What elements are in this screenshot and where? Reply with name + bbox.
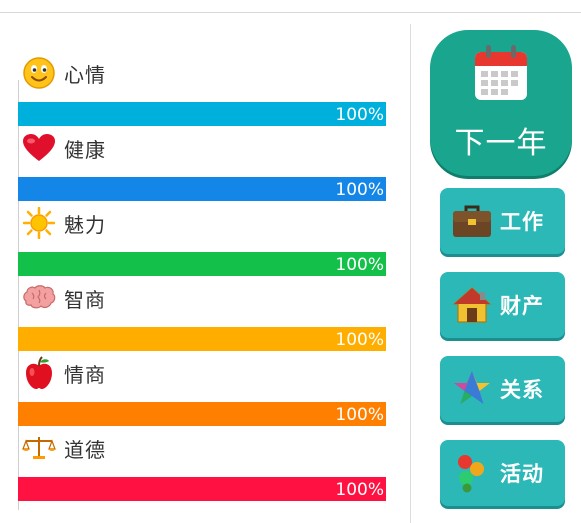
apple-icon [22, 356, 56, 390]
property-button[interactable]: 财产 [440, 272, 565, 338]
stat-header: 智商 [22, 281, 106, 315]
next-year-label: 下一年 [454, 126, 548, 161]
stat-label: 心情 [64, 62, 106, 87]
progress-percent: 100% [335, 255, 384, 275]
star-icon [452, 369, 492, 409]
progress-percent: 100% [335, 180, 384, 200]
progress-percent: 100% [335, 480, 384, 500]
vertical-divider [410, 24, 411, 523]
activity-label: 活动 [500, 462, 544, 486]
stat-iq: 智商 100% [18, 281, 386, 355]
stat-charm: 魅力 100% [18, 206, 386, 280]
progress-bar: 100% [18, 102, 386, 126]
work-label: 工作 [500, 210, 544, 234]
progress-fill [18, 177, 386, 201]
scales-icon [22, 431, 56, 465]
stat-header: 健康 [22, 131, 106, 165]
progress-bar: 100% [18, 327, 386, 351]
progress-fill [18, 477, 386, 501]
stat-header: 魅力 [22, 206, 106, 240]
relationship-label: 关系 [500, 378, 544, 402]
progress-percent: 100% [335, 105, 384, 125]
progress-bar: 100% [18, 477, 386, 501]
progress-bar: 100% [18, 177, 386, 201]
stat-label: 魅力 [64, 212, 106, 237]
progress-percent: 100% [335, 405, 384, 425]
activity-button[interactable]: 活动 [440, 440, 565, 506]
progress-bar: 100% [18, 252, 386, 276]
stat-eq: 情商 100% [18, 356, 386, 430]
sun-icon [22, 206, 56, 240]
stat-header: 情商 [22, 356, 106, 390]
balloons-icon [452, 453, 492, 493]
briefcase-icon [452, 201, 492, 241]
stat-label: 健康 [64, 137, 106, 162]
smiley-icon [22, 56, 56, 90]
stat-label: 道德 [64, 437, 106, 462]
work-button[interactable]: 工作 [440, 188, 565, 254]
stat-mood: 心情 100% [18, 56, 386, 130]
progress-percent: 100% [335, 330, 384, 350]
progress-bar: 100% [18, 402, 386, 426]
calendar-icon [473, 44, 529, 106]
progress-fill [18, 252, 386, 276]
stat-health: 健康 100% [18, 131, 386, 205]
progress-fill [18, 327, 386, 351]
next-year-button[interactable]: 下一年 [430, 30, 572, 176]
stat-label: 情商 [64, 362, 106, 387]
stat-header: 心情 [22, 56, 106, 90]
relationship-button[interactable]: 关系 [440, 356, 565, 422]
top-border [0, 12, 581, 13]
stat-morality: 道德 100% [18, 431, 386, 505]
house-icon [452, 285, 492, 325]
heart-icon [22, 131, 56, 165]
progress-fill [18, 402, 386, 426]
progress-fill [18, 102, 386, 126]
property-label: 财产 [500, 294, 544, 318]
stat-label: 智商 [64, 287, 106, 312]
stat-header: 道德 [22, 431, 106, 465]
brain-icon [22, 281, 56, 315]
